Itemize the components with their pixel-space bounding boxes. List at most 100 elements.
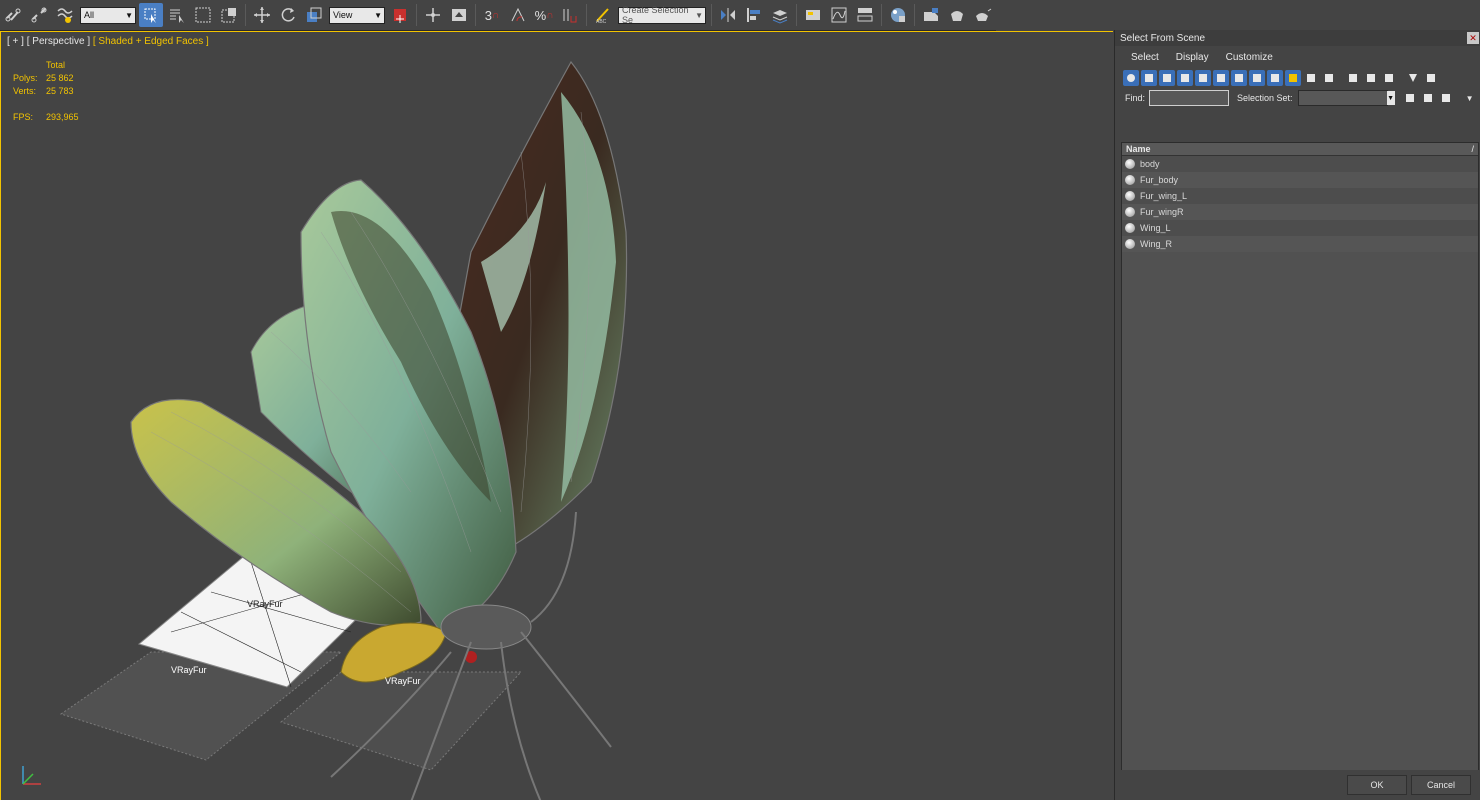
display-none-icon[interactable] <box>1363 70 1379 86</box>
select-object-icon[interactable] <box>139 3 163 27</box>
close-icon[interactable]: ✕ <box>1467 32 1479 44</box>
select-and-manipulate-icon[interactable] <box>421 3 445 27</box>
scene-explorer-icon[interactable] <box>801 3 825 27</box>
percent-snap-label: % <box>534 7 547 23</box>
viewport-shading-menu[interactable]: [ Shaded + Edged Faces ] <box>93 36 209 47</box>
curve-editor-icon[interactable] <box>827 3 851 27</box>
geometry-bulb-icon <box>1125 159 1135 169</box>
selection-filter-dropdown[interactable]: All ▼ <box>80 6 136 24</box>
viewport-point-of-view-menu[interactable]: [ Perspective ] <box>27 36 90 47</box>
toolbar-separator <box>475 4 476 26</box>
list-item[interactable]: Fur_wingR <box>1122 204 1478 220</box>
named-selection-dropdown[interactable]: Create Selection Se ▼ <box>618 5 706 25</box>
render-production-icon[interactable] <box>971 3 995 27</box>
list-item[interactable]: Wing_L <box>1122 220 1478 236</box>
render-setup-icon[interactable] <box>919 3 943 27</box>
chevron-down-icon: ▼ <box>125 10 133 20</box>
chevron-down-icon: ▼ <box>1386 91 1395 105</box>
list-item[interactable]: Wing_R <box>1122 236 1478 252</box>
dialog-footer: OK Cancel <box>1115 770 1480 800</box>
toolbar-separator <box>711 4 712 26</box>
reference-coordinate-dropdown[interactable]: View ▼ <box>329 6 385 24</box>
snaps-toggle-icon[interactable]: 3 ∩ <box>480 3 504 27</box>
dialog-title-bar[interactable]: Select From Scene <box>1115 30 1480 46</box>
scene-render <box>59 60 628 800</box>
object-name: Fur_wing_L <box>1140 191 1188 201</box>
select-and-scale-icon[interactable] <box>302 3 326 27</box>
main-toolbar: All ▼ View ▼ 3 ∩ % ∩ ABC Create Selectio… <box>0 0 996 31</box>
spinner-snap-icon[interactable] <box>558 3 582 27</box>
svg-text:ABC: ABC <box>596 19 607 24</box>
select-and-link-icon[interactable] <box>1 3 25 27</box>
select-invert-icon[interactable] <box>1438 90 1454 106</box>
align-icon[interactable] <box>742 3 766 27</box>
window-crossing-icon[interactable] <box>217 3 241 27</box>
display-space-warps-icon[interactable] <box>1213 70 1229 86</box>
use-pivot-center-icon[interactable] <box>388 3 412 27</box>
dialog-title: Select From Scene <box>1120 32 1206 44</box>
select-all-icon[interactable] <box>1402 90 1418 106</box>
select-none-icon[interactable] <box>1420 90 1436 106</box>
selection-set-dropdown[interactable]: ▼ <box>1297 90 1395 106</box>
menu-select[interactable]: Select <box>1131 52 1159 63</box>
mirror-icon[interactable] <box>716 3 740 27</box>
display-geometry-icon[interactable] <box>1123 70 1139 86</box>
display-containers-icon[interactable] <box>1285 70 1301 86</box>
display-bones-icon[interactable] <box>1267 70 1283 86</box>
selection-filter-value: All <box>84 10 95 20</box>
stats-verts-label: Verts: <box>13 86 37 96</box>
display-xrefs-icon[interactable] <box>1249 70 1265 86</box>
reference-coordinate-value: View <box>333 10 353 20</box>
select-by-name-icon[interactable] <box>165 3 189 27</box>
menu-display[interactable]: Display <box>1176 52 1209 63</box>
angle-snap-icon[interactable] <box>506 3 530 27</box>
list-item[interactable]: Fur_wing_L <box>1122 188 1478 204</box>
list-item[interactable]: body <box>1122 156 1478 172</box>
dialog-menubar: Select Display Customize <box>1115 46 1480 68</box>
viewport-label[interactable]: [ + ] [ Perspective ] [ Shaded + Edged F… <box>7 36 209 47</box>
bind-to-space-warp-icon[interactable] <box>53 3 77 27</box>
geometry-bulb-icon <box>1125 175 1135 185</box>
toolbar-empty-area <box>996 0 1480 30</box>
stats-total-header: Total <box>46 60 66 70</box>
cancel-button[interactable]: Cancel <box>1411 775 1471 795</box>
display-hidden-icon[interactable] <box>1321 70 1337 86</box>
material-editor-icon[interactable] <box>886 3 910 27</box>
display-cameras-icon[interactable] <box>1177 70 1193 86</box>
vrayfur-label: VRayFur <box>171 665 207 675</box>
keyboard-shortcut-override-icon[interactable] <box>447 3 471 27</box>
select-and-move-icon[interactable] <box>250 3 274 27</box>
percent-snap-icon[interactable]: % ∩ <box>532 3 556 27</box>
filter-icon[interactable] <box>1405 70 1421 86</box>
display-shapes-icon[interactable] <box>1141 70 1157 86</box>
display-frozen-icon[interactable] <box>1303 70 1319 86</box>
viewport-plus-menu[interactable]: [ + ] <box>7 36 24 47</box>
vrayfur-label: VRayFur <box>247 599 283 609</box>
schematic-view-icon[interactable] <box>853 3 877 27</box>
rendered-frame-window-icon[interactable] <box>945 3 969 27</box>
options-chevron-icon[interactable]: ▼ <box>1466 94 1474 103</box>
unlink-selection-icon[interactable] <box>27 3 51 27</box>
sort-icon[interactable] <box>1423 70 1439 86</box>
edit-named-selection-icon[interactable]: ABC <box>591 3 615 27</box>
select-and-rotate-icon[interactable] <box>276 3 300 27</box>
rectangular-selection-region-icon[interactable] <box>191 3 215 27</box>
sort-arrow-icon: / <box>1471 144 1474 154</box>
toolbar-separator <box>914 4 915 26</box>
display-all-icon[interactable] <box>1345 70 1361 86</box>
display-lights-icon[interactable] <box>1159 70 1175 86</box>
menu-customize[interactable]: Customize <box>1226 52 1273 63</box>
display-groups-icon[interactable] <box>1231 70 1247 86</box>
list-item[interactable]: Fur_body <box>1122 172 1478 188</box>
toolbar-separator <box>245 4 246 26</box>
toolbar-separator <box>416 4 417 26</box>
stats-fps-label: FPS: <box>13 112 34 122</box>
perspective-viewport[interactable]: [ + ] [ Perspective ] [ Shaded + Edged F… <box>0 31 1113 800</box>
find-input[interactable] <box>1149 90 1230 106</box>
manage-layers-icon[interactable] <box>768 3 792 27</box>
display-helpers-icon[interactable] <box>1195 70 1211 86</box>
ok-button[interactable]: OK <box>1347 775 1407 795</box>
column-header-name[interactable]: Name / <box>1122 143 1478 156</box>
display-invert-icon[interactable] <box>1381 70 1397 86</box>
select-from-scene-dialog: Select From Scene ✕ Select Display Custo… <box>1114 30 1480 800</box>
